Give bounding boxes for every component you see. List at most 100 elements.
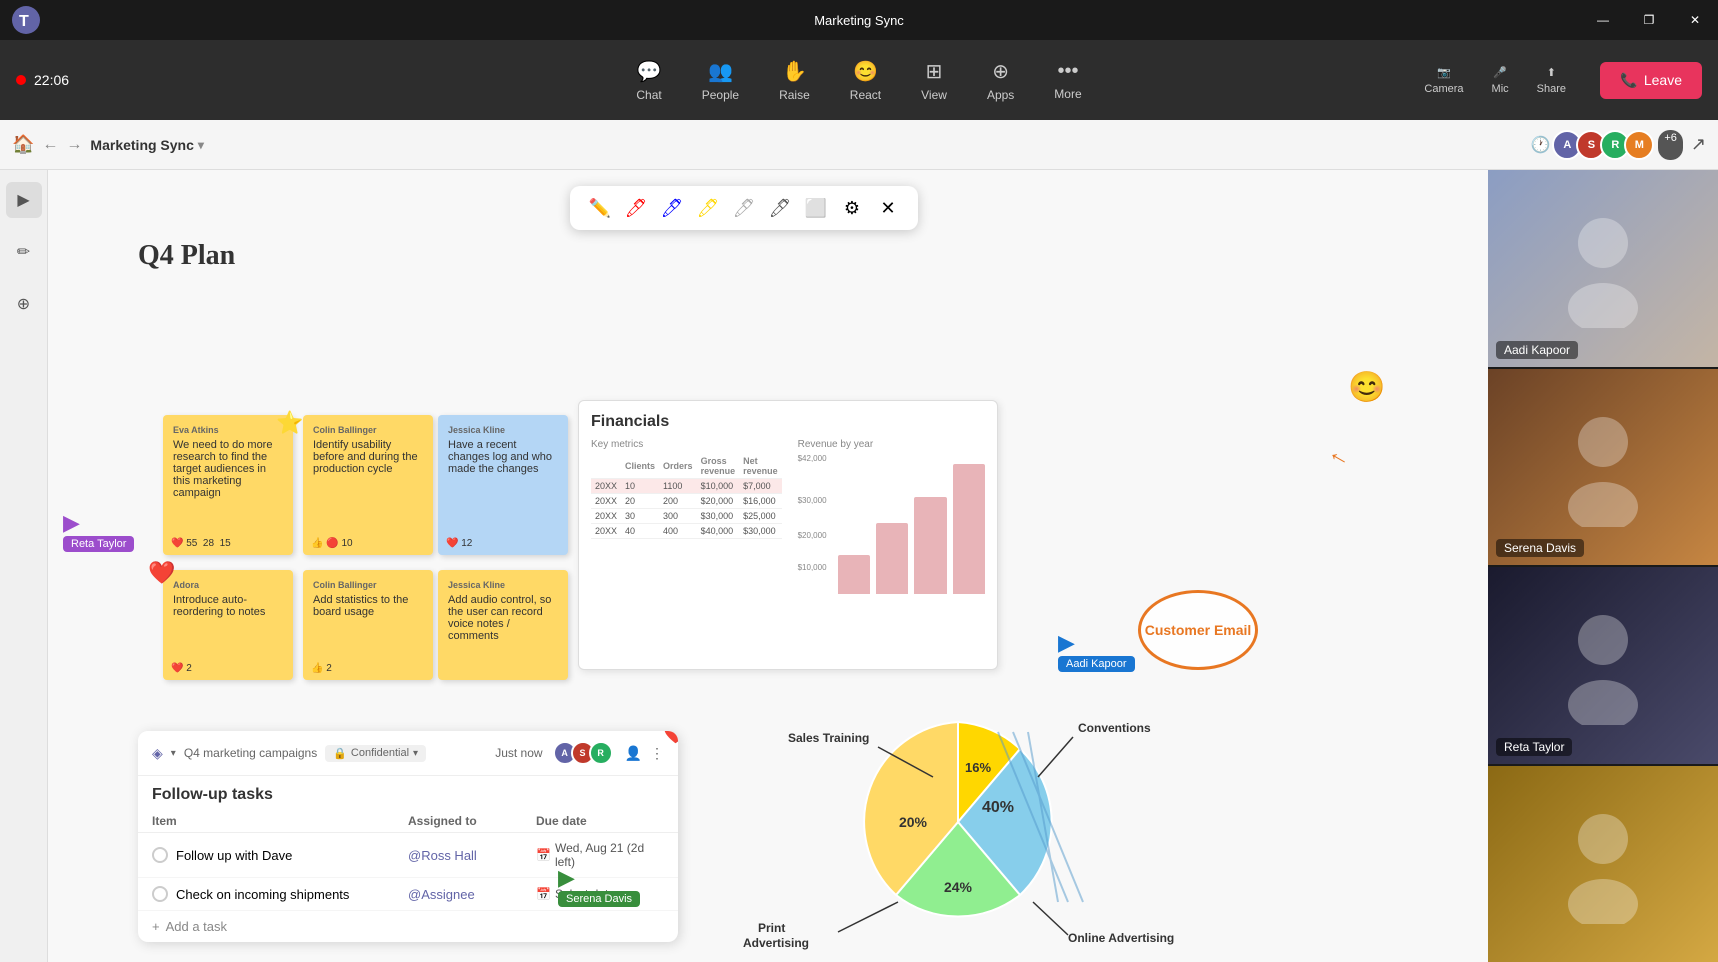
react-icon: 😊 [853, 59, 878, 84]
note-author-4: Adora [173, 580, 283, 590]
bar-2 [876, 523, 908, 595]
add-task-button[interactable]: + Add a task [138, 911, 678, 942]
note-author-2: Colin Ballinger [313, 425, 423, 435]
nav-view[interactable]: ⊞ View [905, 51, 963, 110]
minimize-button[interactable]: — [1580, 0, 1626, 40]
svg-text:T: T [19, 13, 29, 30]
view-label: View [921, 88, 947, 102]
camera-icon: 📷 [1437, 66, 1451, 79]
note-author-6: Jessica Kline [448, 580, 558, 590]
close-toolbar-button[interactable]: ✕ [874, 194, 902, 222]
bar-1 [838, 555, 870, 594]
task-assignee-2[interactable]: @Assignee [408, 887, 536, 902]
nav-more[interactable]: ••• More [1038, 52, 1097, 109]
video-name-serena: Serena Davis [1496, 539, 1584, 557]
note-author-3: Jessica Kline [448, 425, 558, 435]
chevron-down-icon[interactable]: ▾ [198, 138, 204, 152]
task-checkbox-1[interactable] [152, 847, 168, 863]
add-icon: + [152, 919, 160, 934]
maximize-button[interactable]: ❐ [1626, 0, 1672, 40]
av-controls: 📷 Camera 🎤 Mic ⬆ Share [1412, 60, 1578, 101]
cursor-label-serena: Serena Davis [558, 891, 640, 907]
task-menu-icon[interactable]: ⋮ [650, 745, 664, 762]
forward-button[interactable]: → [66, 136, 82, 154]
tasks-header: ◈ ▾ Q4 marketing campaigns 🔒 Confidentia… [138, 731, 678, 776]
task-avatar-3: R [589, 741, 613, 765]
gray-pen-tool[interactable]: 🖊 [730, 194, 758, 222]
home-button[interactable]: 🏠 [12, 134, 34, 155]
share-button[interactable]: ⬆ Share [1525, 60, 1578, 101]
bar-chart [838, 464, 985, 594]
badge-chevron-icon[interactable]: ▾ [413, 748, 418, 759]
nav-apps[interactable]: ⊕ Apps [971, 51, 1030, 110]
cursor-serena: ▶ Serena Davis [558, 865, 640, 907]
select-tool[interactable]: ▶ [6, 182, 42, 218]
cursor-arrow-aadi: ▶ [1058, 630, 1075, 655]
mic-button[interactable]: 🎤 Mic [1480, 60, 1521, 101]
blue-pen-tool[interactable]: 🖊 [658, 194, 686, 222]
camera-label: Camera [1424, 83, 1463, 95]
red-pen-tool[interactable]: 🖊 [622, 194, 650, 222]
confidential-text: Confidential [351, 747, 409, 759]
tasks-campaign-label: Q4 marketing campaigns [184, 746, 317, 760]
note-content-2: Identify usability before and during the… [313, 439, 423, 475]
financials-table: ClientsOrdersGross revenueNet revenue 20… [591, 454, 782, 539]
tasks-title: Follow-up tasks [138, 776, 678, 810]
nav-raise[interactable]: ✋ Raise [763, 51, 826, 110]
task-add-member-icon[interactable]: 👤 [625, 745, 642, 762]
sticky-note-4[interactable]: Adora Introduce auto-reordering to notes… [163, 570, 293, 680]
people-label: People [702, 88, 739, 102]
col-gross: Gross revenue [697, 454, 740, 479]
avatar-4: M [1624, 130, 1654, 160]
task-assignee-1[interactable]: @Ross Hall [408, 848, 536, 863]
second-toolbar: 🏠 ← → Marketing Sync ▾ 🕐 A S R M +6 ↗ [0, 120, 1718, 170]
leave-button[interactable]: 📞 Leave [1600, 62, 1702, 99]
sticky-note-1[interactable]: Eva Atkins We need to do more research t… [163, 415, 293, 555]
teams-logo: T [12, 6, 40, 34]
lock-icon: 🔒 [333, 747, 347, 760]
second-bar-right: 🕐 A S R M +6 ↗ [1530, 130, 1706, 160]
settings-tool[interactable]: ⚙ [838, 194, 866, 222]
pen-tool[interactable]: ✏ [6, 234, 42, 270]
annotation-arrow: ← [1323, 438, 1358, 474]
tasks-column-headers: Item Assigned to Due date [138, 810, 678, 833]
nav-react[interactable]: 😊 React [834, 51, 897, 110]
label-sales-training: Sales Training [788, 731, 869, 745]
nav-people[interactable]: 👥 People [686, 51, 755, 110]
people-icon: 👥 [708, 59, 733, 84]
chat-label: Chat [636, 88, 661, 102]
sticky-note-5[interactable]: Colin Ballinger Add statistics to the bo… [303, 570, 433, 680]
eraser-tool[interactable]: ⬜ [802, 194, 830, 222]
dark-pen-tool[interactable]: 🖊 [766, 194, 794, 222]
add-task-label: Add a task [166, 919, 227, 934]
whiteboard-area[interactable]: ✏️ 🖊 🖊 🖊 🖊 🖊 ⬜ ⚙ ✕ ▶ ✏ ⊕ Q4 Plan Eva Atk… [0, 170, 1488, 962]
tasks-chevron-icon[interactable]: ▾ [171, 748, 176, 759]
close-button[interactable]: ✕ [1672, 0, 1718, 40]
bar-4 [953, 464, 985, 594]
back-button[interactable]: ← [42, 136, 58, 154]
nav-chat[interactable]: 💬 Chat [620, 51, 677, 110]
note-content-5: Add statistics to the board usage [313, 594, 423, 618]
task-item-2: Check on incoming shipments [152, 886, 408, 902]
sticky-note-2[interactable]: Colin Ballinger Identify usability befor… [303, 415, 433, 555]
camera-button[interactable]: 📷 Camera [1412, 60, 1475, 101]
yellow-highlighter-tool[interactable]: 🖊 [694, 194, 722, 222]
sticky-note-6[interactable]: Jessica Kline Add audio control, so the … [438, 570, 568, 680]
black-pen-tool[interactable]: ✏️ [586, 194, 614, 222]
note-content-6: Add audio control, so the user can recor… [448, 594, 558, 642]
task-checkbox-2[interactable] [152, 886, 168, 902]
top-nav-bar: 22:06 💬 Chat 👥 People ✋ Raise 😊 React ⊞ … [0, 40, 1718, 120]
video-tile-aadi: Aadi Kapoor [1488, 170, 1718, 367]
react-label: React [850, 88, 881, 102]
video-tile-reta: Reta Taylor [1488, 567, 1718, 764]
sticky-note-3[interactable]: Jessica Kline Have a recent changes log … [438, 415, 568, 555]
add-tool[interactable]: ⊕ [6, 286, 42, 322]
video-tile-serena: Serena Davis [1488, 369, 1718, 566]
cursor-arrow-reta: ▶ [63, 510, 80, 535]
cursor-aadi: ▶ Aadi Kapoor [1058, 630, 1135, 672]
pie-label-online: 24% [944, 879, 973, 895]
share-meeting-icon[interactable]: ↗ [1691, 134, 1706, 155]
window-controls: — ❐ ✕ [1580, 0, 1718, 40]
col-orders: Orders [659, 454, 697, 479]
note-content-1: We need to do more research to find the … [173, 439, 283, 499]
